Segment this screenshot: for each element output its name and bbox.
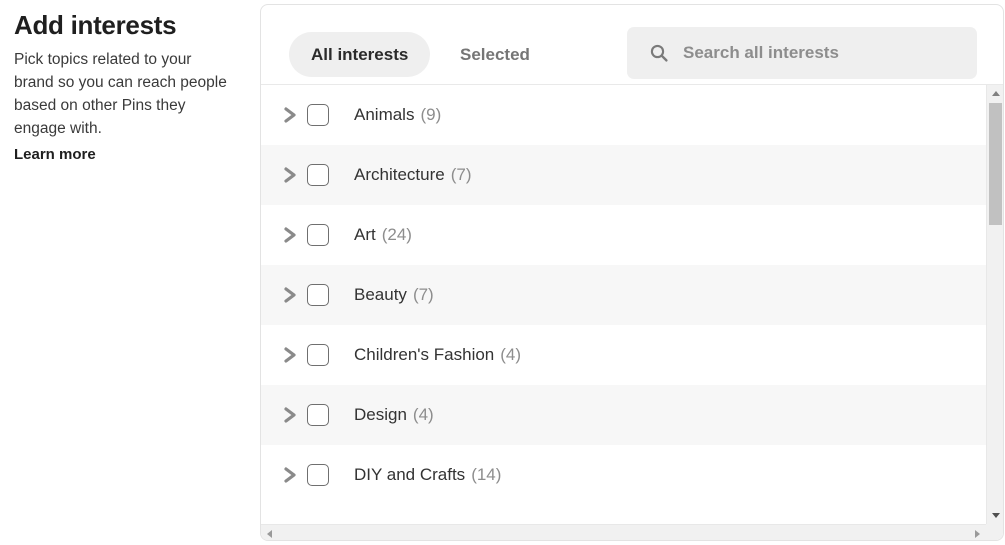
interest-count: (4) [500,345,521,365]
scroll-right-button[interactable] [969,525,986,541]
chevron-right-icon[interactable] [273,405,307,425]
triangle-left-icon [267,530,272,538]
interests-list-viewport: Animals (9) Architecture (7) [261,85,1003,541]
chevron-right-icon[interactable] [273,465,307,485]
scroll-left-button[interactable] [261,525,278,541]
page-description: Pick topics related to your brand so you… [14,48,232,140]
interest-count: (4) [413,405,434,425]
interest-count: (24) [382,225,412,245]
interest-count: (7) [451,165,472,185]
table-row[interactable]: Beauty (7) [261,265,986,325]
table-row[interactable]: DIY and Crafts (14) [261,445,986,505]
horizontal-scrollbar[interactable] [261,524,986,541]
learn-more-link[interactable]: Learn more [14,146,96,163]
table-row[interactable]: Design (4) [261,385,986,445]
interest-count: (14) [471,465,501,485]
table-row[interactable]: Animals (9) [261,85,986,145]
triangle-up-icon [992,91,1000,96]
scroll-up-button[interactable] [987,85,1004,102]
chevron-right-icon[interactable] [273,165,307,185]
interest-count: (7) [413,285,434,305]
interests-list: Animals (9) Architecture (7) [261,85,986,524]
interest-checkbox[interactable] [307,404,329,426]
chevron-right-icon[interactable] [273,105,307,125]
interest-label: Art [354,225,376,245]
search-field[interactable] [627,27,977,79]
page-title: Add interests [14,8,232,42]
interest-checkbox[interactable] [307,164,329,186]
interest-label: DIY and Crafts [354,465,465,485]
interest-label: Design [354,405,407,425]
interest-checkbox[interactable] [307,104,329,126]
scroll-down-button[interactable] [987,507,1004,524]
vertical-scrollbar[interactable] [986,85,1003,524]
interest-label: Architecture [354,165,445,185]
search-input[interactable] [683,27,977,79]
chevron-right-icon[interactable] [273,285,307,305]
table-row[interactable]: Art (24) [261,205,986,265]
search-icon [649,43,669,63]
interest-label: Animals [354,105,414,125]
interest-checkbox[interactable] [307,344,329,366]
table-row[interactable]: Architecture (7) [261,145,986,205]
vertical-scrollbar-thumb[interactable] [989,103,1002,225]
intro-panel: Add interests Pick topics related to you… [14,8,232,164]
interests-toolbar: All interests Selected [261,5,1003,85]
triangle-down-icon [992,513,1000,518]
tab-all-interests[interactable]: All interests [289,32,430,77]
triangle-right-icon [975,530,980,538]
chevron-right-icon[interactable] [273,345,307,365]
interest-count: (9) [420,105,441,125]
interest-checkbox[interactable] [307,284,329,306]
interest-checkbox[interactable] [307,224,329,246]
interest-label: Beauty [354,285,407,305]
table-row[interactable]: Children's Fashion (4) [261,325,986,385]
interest-label: Children's Fashion [354,345,494,365]
tab-selected[interactable]: Selected [446,32,544,77]
interests-card: All interests Selected Animals [260,4,1004,541]
chevron-right-icon[interactable] [273,225,307,245]
scrollbar-corner [986,524,1003,541]
interest-checkbox[interactable] [307,464,329,486]
